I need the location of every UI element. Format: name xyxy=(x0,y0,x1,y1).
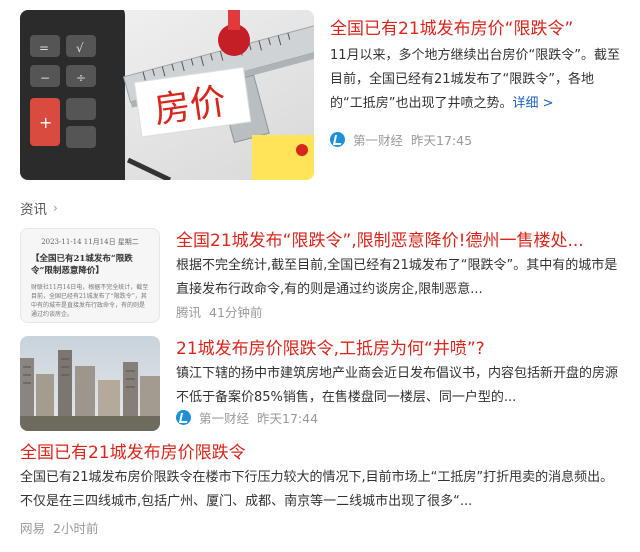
news-title[interactable]: 全国已有21城发布房价限跌令 xyxy=(20,442,620,464)
svg-text:+: + xyxy=(39,113,52,132)
news-meta: 腾讯 41分钟前 xyxy=(176,302,262,321)
news-title[interactable]: 全国已有21城发布房价“限跌令” xyxy=(330,18,620,40)
chevron-right-icon: › xyxy=(53,201,58,215)
news-title[interactable]: 21城发布房价限跌令,工抵房为何“井喷”? xyxy=(176,338,620,360)
news-image-calculator[interactable]: = √ − ÷ + 房价 xyxy=(20,10,314,180)
svg-text:√: √ xyxy=(76,41,84,55)
news-card-1[interactable]: = √ − ÷ + 房价 全国已有21城发布房价“限跌令” 11月以来，多个地方… xyxy=(20,10,620,182)
abstract-text: 11月以来，多个地方继续出台房价“限跌令”。截至目前，全国已经有21城发布了“限… xyxy=(330,48,620,111)
news-thumbnail-document[interactable]: 2023-11-14 11月14日 星期二 【全国已有21城发布“限跌令”限制恶… xyxy=(20,228,160,323)
news-abstract: 根据不完全统计,截至目前,全国已经有21城发布了“限跌令”。其中有的城市是直接发… xyxy=(176,258,618,297)
news-title[interactable]: 全国21城发布“限跌令”,限制恶意降价!德州一售楼处... xyxy=(176,230,620,252)
svg-text:÷: ÷ xyxy=(76,71,86,85)
thumb-headline: 【全国已有21城发布“限跌令”限制恶意降价】 xyxy=(31,254,133,276)
news-card-2[interactable]: 2023-11-14 11月14日 星期二 【全国已有21城发布“限跌令”限制恶… xyxy=(20,228,620,328)
news-time: 昨天17:44 xyxy=(257,411,319,426)
news-card-3[interactable]: 21城发布房价限跌令,工抵房为何“井喷”? 镇江下辖的扬中市建筑房地产业商会近日… xyxy=(20,336,620,436)
yicai-logo-icon xyxy=(176,410,191,425)
news-time: 昨天17:45 xyxy=(411,133,473,148)
thumb-date: 2023-11-14 11月14日 星期二 xyxy=(41,238,139,246)
news-meta: 第一财经 昨天17:44 xyxy=(176,408,318,427)
news-abstract: 11月以来，多个地方继续出台房价“限跌令”。截至目前，全国已经有21城发布了“限… xyxy=(330,44,620,116)
news-source[interactable]: 腾讯 xyxy=(176,302,201,321)
news-source[interactable]: 第一财经 xyxy=(199,408,249,427)
building-photo xyxy=(20,336,160,431)
news-time: 41分钟前 xyxy=(209,305,263,320)
news-abstract: 镇江下辖的扬中市建筑房地产业商会近日发布倡议书，内容包括新开盘的房源不低于备案价… xyxy=(176,366,619,405)
news-time: 2小时前 xyxy=(53,521,99,536)
section-label: 资讯 xyxy=(20,202,47,218)
document-thumbnail: 2023-11-14 11月14日 星期二 【全国已有21城发布“限跌令”限制恶… xyxy=(21,229,159,322)
house-price-illustration: = √ − ÷ + 房价 xyxy=(20,10,314,180)
news-abstract: 全国已有21城发布房价限跌令在楼市下行压力较大的情况下,目前市场上“工抵房”打折… xyxy=(20,470,614,509)
thumb-body: 财联社11月14日电，根据不完全统计，截至目前，全国已经有21城发布了“限跌令”… xyxy=(31,284,149,318)
news-source[interactable]: 网易 xyxy=(20,518,45,537)
news-meta: 第一财经 昨天17:45 xyxy=(330,130,472,149)
more-link[interactable]: 详细 > xyxy=(512,96,553,111)
svg-text:−: − xyxy=(40,71,50,85)
news-thumbnail-buildings[interactable] xyxy=(20,336,160,431)
section-header-news[interactable]: 资讯 › xyxy=(20,198,58,218)
yicai-logo-icon xyxy=(330,132,345,147)
news-card-4[interactable]: 全国已有21城发布房价限跌令 全国已有21城发布房价限跌令在楼市下行压力较大的情… xyxy=(20,442,620,542)
svg-text:=: = xyxy=(39,41,49,55)
news-source[interactable]: 第一财经 xyxy=(353,130,403,149)
news-meta: 网易 2小时前 xyxy=(20,518,98,537)
